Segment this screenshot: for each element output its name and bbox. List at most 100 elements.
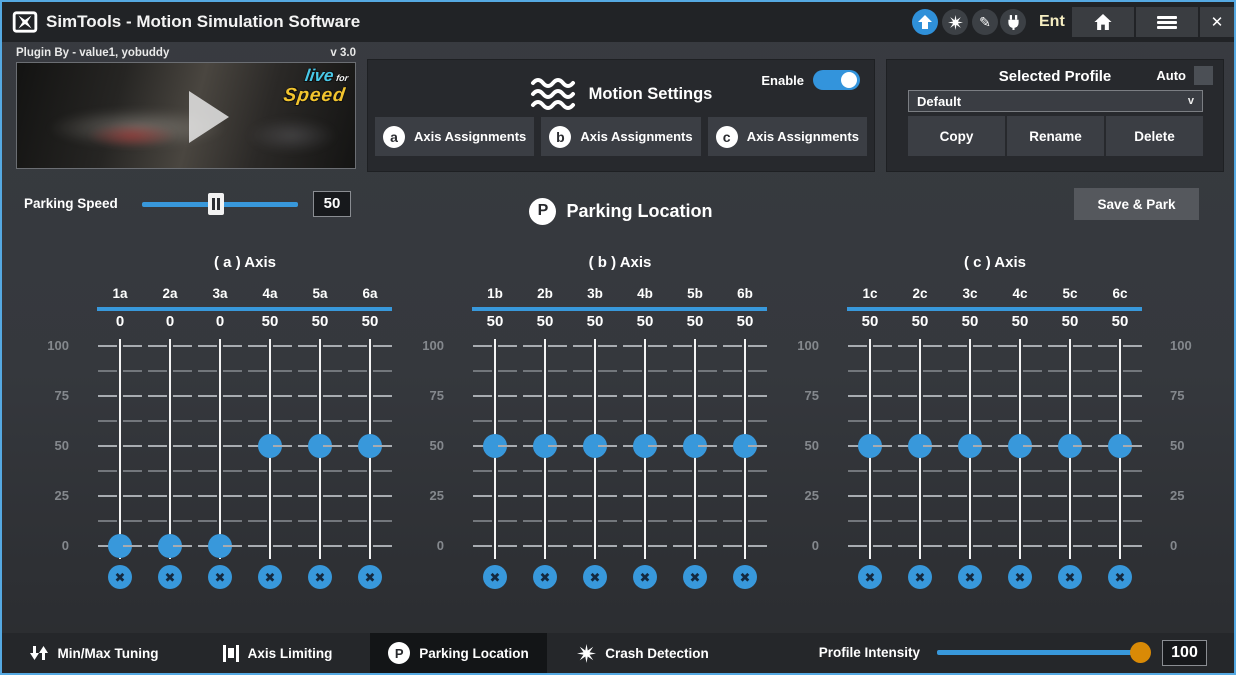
reset-button-2c[interactable]: ✖ (908, 565, 932, 589)
channel-label-1c[interactable]: 1c (845, 286, 895, 301)
axis-slider-6a[interactable] (345, 332, 395, 562)
reset-button-1a[interactable]: ✖ (108, 565, 132, 589)
reset-button-3a[interactable]: ✖ (208, 565, 232, 589)
axis-scale[interactable]: 1007550250 (789, 332, 819, 562)
scale-label[interactable]: 75 (1170, 387, 1200, 405)
axis-slider-2c[interactable] (895, 332, 945, 562)
axis-group-c[interactable]: ( c ) Axis1c2c3c4c5c6c50✖50✖50✖50✖50✖50✖ (845, 252, 1145, 592)
slider-track[interactable] (169, 339, 171, 559)
reset-button-3b[interactable]: ✖ (583, 565, 607, 589)
slider-handle-4a[interactable] (258, 434, 282, 458)
scale-label[interactable]: 75 (39, 387, 69, 405)
channel-value-5a[interactable]: 50 (295, 313, 345, 330)
axis-scale[interactable]: 100 75 50 25 0 (1170, 332, 1200, 562)
slider-handle-1c[interactable] (858, 434, 882, 458)
slider-handle-5c[interactable] (1058, 434, 1082, 458)
axis-scale[interactable]: 1007550250 (39, 332, 69, 562)
channel-value-3c[interactable]: 50 (945, 313, 995, 330)
channel-label-3c[interactable]: 3c (945, 286, 995, 301)
axis-group-title[interactable]: ( c ) Axis (845, 254, 1145, 271)
axis-slider-1b[interactable] (470, 332, 520, 562)
axis-slider-2b[interactable] (520, 332, 570, 562)
channel-value-2c[interactable]: 50 (895, 313, 945, 330)
channel-label-5c[interactable]: 5c (1045, 286, 1095, 301)
scale-label[interactable]: 0 (1170, 537, 1200, 555)
channel-label-3a[interactable]: 3a (195, 286, 245, 301)
axis-slider-3b[interactable] (570, 332, 620, 562)
channel-value-1c[interactable]: 50 (845, 313, 895, 330)
reset-button-2a[interactable]: ✖ (158, 565, 182, 589)
slider-handle-2c[interactable] (908, 434, 932, 458)
slider-handle-4c[interactable] (1008, 434, 1032, 458)
scale-label[interactable]: 0 (789, 537, 819, 555)
axis-group-title[interactable]: ( b ) Axis (470, 254, 770, 271)
scale-label[interactable]: 25 (1170, 487, 1200, 505)
reset-button-4c[interactable]: ✖ (1008, 565, 1032, 589)
axis-slider-4c[interactable] (995, 332, 1045, 562)
axis-slider-2a[interactable] (145, 332, 195, 562)
reset-button-4a[interactable]: ✖ (258, 565, 282, 589)
slider-handle-6b[interactable] (733, 434, 757, 458)
axis-slider-1a[interactable] (95, 332, 145, 562)
channel-value-4c[interactable]: 50 (995, 313, 1045, 330)
slider-handle-6a[interactable] (358, 434, 382, 458)
channel-value-6c[interactable]: 50 (1095, 313, 1145, 330)
scale-label[interactable]: 100 (39, 337, 69, 355)
channel-value-4a[interactable]: 50 (245, 313, 295, 330)
slider-handle-1b[interactable] (483, 434, 507, 458)
slider-track[interactable] (219, 339, 221, 559)
group-underline[interactable] (97, 307, 392, 311)
slider-handle-4b[interactable] (633, 434, 657, 458)
scale-label[interactable]: 50 (789, 437, 819, 455)
channel-label-4c[interactable]: 4c (995, 286, 1045, 301)
axis-slider-5a[interactable] (295, 332, 345, 562)
channel-value-3b[interactable]: 50 (570, 313, 620, 330)
scale-label[interactable]: 0 (39, 537, 69, 555)
scale-label[interactable]: 50 (1170, 437, 1200, 455)
scale-label[interactable]: 100 (414, 337, 444, 355)
channel-value-5c[interactable]: 50 (1045, 313, 1095, 330)
slider-handle-3b[interactable] (583, 434, 607, 458)
channel-value-3a[interactable]: 0 (195, 313, 245, 330)
axis-scale[interactable]: 100 75 50 25 0 (414, 332, 444, 562)
axis-slider-4b[interactable] (620, 332, 670, 562)
reset-button-3c[interactable]: ✖ (958, 565, 982, 589)
slider-handle-5a[interactable] (308, 434, 332, 458)
slider-handle-1a[interactable] (108, 534, 132, 558)
scale-label[interactable]: 75 (789, 387, 819, 405)
tab-axis-limiting[interactable]: Axis Limiting (185, 633, 370, 673)
channel-label-5b[interactable]: 5b (670, 286, 720, 301)
channel-value-5b[interactable]: 50 (670, 313, 720, 330)
axis-slider-4a[interactable] (245, 332, 295, 562)
reset-button-5a[interactable]: ✖ (308, 565, 332, 589)
channel-label-5a[interactable]: 5a (295, 286, 345, 301)
channel-value-2b[interactable]: 50 (520, 313, 570, 330)
scale-label[interactable]: 25 (789, 487, 819, 505)
scale-label[interactable]: 0 (414, 537, 444, 555)
slider-handle-6c[interactable] (1108, 434, 1132, 458)
channel-value-1b[interactable]: 50 (470, 313, 520, 330)
reset-button-2b[interactable]: ✖ (533, 565, 557, 589)
tab-minmax-tuning[interactable]: Min/Max Tuning (2, 633, 185, 673)
channel-label-2b[interactable]: 2b (520, 286, 570, 301)
reset-button-4b[interactable]: ✖ (633, 565, 657, 589)
channel-label-1a[interactable]: 1a (95, 286, 145, 301)
channel-label-6c[interactable]: 6c (1095, 286, 1145, 301)
channel-value-2a[interactable]: 0 (145, 313, 195, 330)
group-underline[interactable] (847, 307, 1142, 311)
slider-handle-5b[interactable] (683, 434, 707, 458)
channel-label-3b[interactable]: 3b (570, 286, 620, 301)
reset-button-5c[interactable]: ✖ (1058, 565, 1082, 589)
scale-label[interactable]: 50 (414, 437, 444, 455)
axis-slider-3c[interactable] (945, 332, 995, 562)
scale-label[interactable]: 25 (414, 487, 444, 505)
axis-group-title[interactable]: ( a ) Axis (95, 254, 395, 271)
scale-label[interactable]: 100 (1170, 337, 1200, 355)
axis-slider-5c[interactable] (1045, 332, 1095, 562)
axis-group-b[interactable]: ( b ) Axis1b2b3b4b5b6b50✖50✖50✖50✖50✖50✖ (470, 252, 770, 592)
reset-button-6c[interactable]: ✖ (1108, 565, 1132, 589)
channel-label-2a[interactable]: 2a (145, 286, 195, 301)
channel-value-1a[interactable]: 0 (95, 313, 145, 330)
scale-label[interactable]: 75 (414, 387, 444, 405)
channel-label-6b[interactable]: 6b (720, 286, 770, 301)
